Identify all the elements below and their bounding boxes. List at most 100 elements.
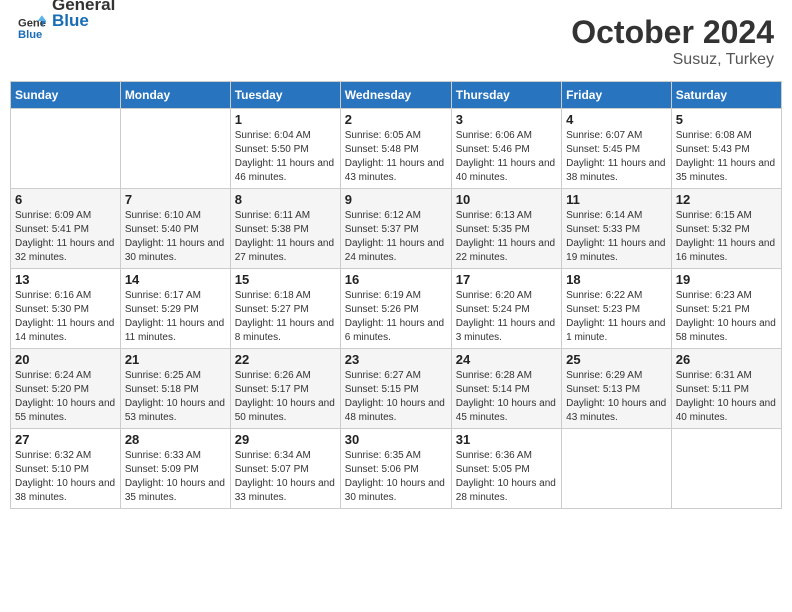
day-number: 1 bbox=[235, 112, 336, 127]
calendar-cell: 27Sunrise: 6:32 AMSunset: 5:10 PMDayligh… bbox=[11, 429, 121, 509]
day-info: Sunrise: 6:33 AMSunset: 5:09 PMDaylight:… bbox=[125, 449, 226, 505]
day-info: Sunrise: 6:13 AMSunset: 5:35 PMDaylight:… bbox=[456, 209, 557, 265]
calendar-cell bbox=[562, 429, 672, 509]
day-info: Sunrise: 6:24 AMSunset: 5:20 PMDaylight:… bbox=[15, 369, 116, 425]
day-number: 31 bbox=[456, 432, 557, 447]
day-number: 21 bbox=[125, 352, 226, 367]
calendar-cell: 22 Sunrise: 6:26 AMSunset: 5:17 PMDayligh… bbox=[230, 349, 340, 429]
day-number: 28 bbox=[125, 432, 226, 447]
day-number: 15 bbox=[235, 272, 336, 287]
day-info: Sunrise: 6:25 AMSunset: 5:18 PMDaylight:… bbox=[125, 369, 226, 425]
weekday-header-sunday: Sunday bbox=[11, 82, 121, 109]
calendar-cell: 5 Sunrise: 6:08 AMSunset: 5:43 PMDaylight… bbox=[671, 109, 781, 189]
day-number: 10 bbox=[456, 192, 557, 207]
day-number: 8 bbox=[235, 192, 336, 207]
calendar-cell: 19 Sunrise: 6:23 AMSunset: 5:21 PMDayligh… bbox=[671, 269, 781, 349]
day-number: 14 bbox=[125, 272, 226, 287]
day-number: 22 bbox=[235, 352, 336, 367]
calendar-cell bbox=[671, 429, 781, 509]
day-info: Sunrise: 6:35 AMSunset: 5:06 PMDaylight:… bbox=[345, 449, 447, 505]
day-info: Sunrise: 6:29 AMSunset: 5:13 PMDaylight:… bbox=[566, 369, 667, 425]
day-info: Sunrise: 6:19 AMSunset: 5:26 PMDaylight:… bbox=[345, 289, 447, 345]
title-area: October 2024 Susuz, Turkey bbox=[571, 14, 774, 69]
day-info: Sunrise: 6:23 AMSunset: 5:21 PMDaylight:… bbox=[676, 289, 777, 345]
month-title: October 2024 bbox=[571, 14, 774, 51]
day-number: 9 bbox=[345, 192, 447, 207]
day-info: Sunrise: 6:26 AMSunset: 5:17 PMDaylight:… bbox=[235, 369, 336, 425]
day-number: 16 bbox=[345, 272, 447, 287]
weekday-header-thursday: Thursday bbox=[451, 82, 561, 109]
day-number: 29 bbox=[235, 432, 336, 447]
day-number: 20 bbox=[15, 352, 116, 367]
day-info: Sunrise: 6:17 AMSunset: 5:29 PMDaylight:… bbox=[125, 289, 226, 345]
svg-text:Blue: Blue bbox=[18, 29, 42, 41]
calendar-cell: 23Sunrise: 6:27 AMSunset: 5:15 PMDayligh… bbox=[340, 349, 451, 429]
calendar-cell: 15Sunrise: 6:18 AMSunset: 5:27 PMDayligh… bbox=[230, 269, 340, 349]
day-info: Sunrise: 6:31 AMSunset: 5:11 PMDaylight:… bbox=[676, 369, 777, 425]
weekday-header-friday: Friday bbox=[562, 82, 672, 109]
calendar-cell: 30 Sunrise: 6:35 AMSunset: 5:06 PMDayligh… bbox=[340, 429, 451, 509]
day-info: Sunrise: 6:12 AMSunset: 5:37 PMDaylight:… bbox=[345, 209, 447, 265]
location-title: Susuz, Turkey bbox=[571, 51, 774, 69]
weekday-header-monday: Monday bbox=[120, 82, 230, 109]
day-info: Sunrise: 6:08 AMSunset: 5:43 PMDaylight:… bbox=[676, 129, 777, 185]
calendar-cell: 14 Sunrise: 6:17 AMSunset: 5:29 PMDayligh… bbox=[120, 269, 230, 349]
day-number: 25 bbox=[566, 352, 667, 367]
calendar-cell: 2 Sunrise: 6:05 AMSunset: 5:48 PMDaylight… bbox=[340, 109, 451, 189]
day-number: 6 bbox=[15, 192, 116, 207]
calendar-week-5: 27Sunrise: 6:32 AMSunset: 5:10 PMDayligh… bbox=[11, 429, 782, 509]
day-number: 19 bbox=[676, 272, 777, 287]
calendar-cell: 9 Sunrise: 6:12 AMSunset: 5:37 PMDaylight… bbox=[340, 189, 451, 269]
day-number: 2 bbox=[345, 112, 447, 127]
day-info: Sunrise: 6:15 AMSunset: 5:32 PMDaylight:… bbox=[676, 209, 777, 265]
calendar-cell: 16 Sunrise: 6:19 AMSunset: 5:26 PMDayligh… bbox=[340, 269, 451, 349]
calendar-week-2: 6Sunrise: 6:09 AMSunset: 5:41 PMDaylight… bbox=[11, 189, 782, 269]
day-info: Sunrise: 6:34 AMSunset: 5:07 PMDaylight:… bbox=[235, 449, 336, 505]
day-info: Sunrise: 6:05 AMSunset: 5:48 PMDaylight:… bbox=[345, 129, 447, 185]
calendar-cell: 24 Sunrise: 6:28 AMSunset: 5:14 PMDayligh… bbox=[451, 349, 561, 429]
calendar-week-3: 13Sunrise: 6:16 AMSunset: 5:30 PMDayligh… bbox=[11, 269, 782, 349]
day-info: Sunrise: 6:06 AMSunset: 5:46 PMDaylight:… bbox=[456, 129, 557, 185]
day-info: Sunrise: 6:10 AMSunset: 5:40 PMDaylight:… bbox=[125, 209, 226, 265]
logo-blue-text: Blue bbox=[52, 11, 115, 31]
day-number: 5 bbox=[676, 112, 777, 127]
calendar-week-1: 1 Sunrise: 6:04 AMSunset: 5:50 PMDaylight… bbox=[11, 109, 782, 189]
day-number: 12 bbox=[676, 192, 777, 207]
weekday-header-wednesday: Wednesday bbox=[340, 82, 451, 109]
calendar-cell: 1 Sunrise: 6:04 AMSunset: 5:50 PMDaylight… bbox=[230, 109, 340, 189]
day-number: 4 bbox=[566, 112, 667, 127]
calendar-cell: 17Sunrise: 6:20 AMSunset: 5:24 PMDayligh… bbox=[451, 269, 561, 349]
day-info: Sunrise: 6:28 AMSunset: 5:14 PMDaylight:… bbox=[456, 369, 557, 425]
calendar-week-4: 20 Sunrise: 6:24 AMSunset: 5:20 PMDayligh… bbox=[11, 349, 782, 429]
day-number: 27 bbox=[15, 432, 116, 447]
calendar-cell bbox=[11, 109, 121, 189]
calendar-header-row: SundayMondayTuesdayWednesdayThursdayFrid… bbox=[11, 82, 782, 109]
day-number: 18 bbox=[566, 272, 667, 287]
calendar-cell: 29 Sunrise: 6:34 AMSunset: 5:07 PMDayligh… bbox=[230, 429, 340, 509]
calendar-cell: 18Sunrise: 6:22 AMSunset: 5:23 PMDayligh… bbox=[562, 269, 672, 349]
day-info: Sunrise: 6:07 AMSunset: 5:45 PMDaylight:… bbox=[566, 129, 667, 185]
page-header: General Blue General Blue October 2024 S… bbox=[10, 10, 782, 73]
day-number: 13 bbox=[15, 272, 116, 287]
day-number: 23 bbox=[345, 352, 447, 367]
day-info: Sunrise: 6:04 AMSunset: 5:50 PMDaylight:… bbox=[235, 129, 336, 185]
calendar-cell: 7 Sunrise: 6:10 AMSunset: 5:40 PMDaylight… bbox=[120, 189, 230, 269]
calendar-cell: 20 Sunrise: 6:24 AMSunset: 5:20 PMDayligh… bbox=[11, 349, 121, 429]
logo: General Blue General Blue bbox=[18, 14, 115, 42]
day-number: 7 bbox=[125, 192, 226, 207]
calendar-cell: 28 Sunrise: 6:33 AMSunset: 5:09 PMDayligh… bbox=[120, 429, 230, 509]
calendar-cell: 3 Sunrise: 6:06 AMSunset: 5:46 PMDaylight… bbox=[451, 109, 561, 189]
logo-icon: General Blue bbox=[18, 14, 46, 42]
weekday-header-saturday: Saturday bbox=[671, 82, 781, 109]
day-number: 24 bbox=[456, 352, 557, 367]
calendar-cell: 8Sunrise: 6:11 AMSunset: 5:38 PMDaylight… bbox=[230, 189, 340, 269]
day-number: 30 bbox=[345, 432, 447, 447]
calendar-cell: 13Sunrise: 6:16 AMSunset: 5:30 PMDayligh… bbox=[11, 269, 121, 349]
calendar-cell: 31Sunrise: 6:36 AMSunset: 5:05 PMDayligh… bbox=[451, 429, 561, 509]
day-number: 11 bbox=[566, 192, 667, 207]
calendar-cell bbox=[120, 109, 230, 189]
day-number: 3 bbox=[456, 112, 557, 127]
calendar-cell: 4 Sunrise: 6:07 AMSunset: 5:45 PMDaylight… bbox=[562, 109, 672, 189]
calendar-cell: 25 Sunrise: 6:29 AMSunset: 5:13 PMDayligh… bbox=[562, 349, 672, 429]
calendar-cell: 12 Sunrise: 6:15 AMSunset: 5:32 PMDayligh… bbox=[671, 189, 781, 269]
